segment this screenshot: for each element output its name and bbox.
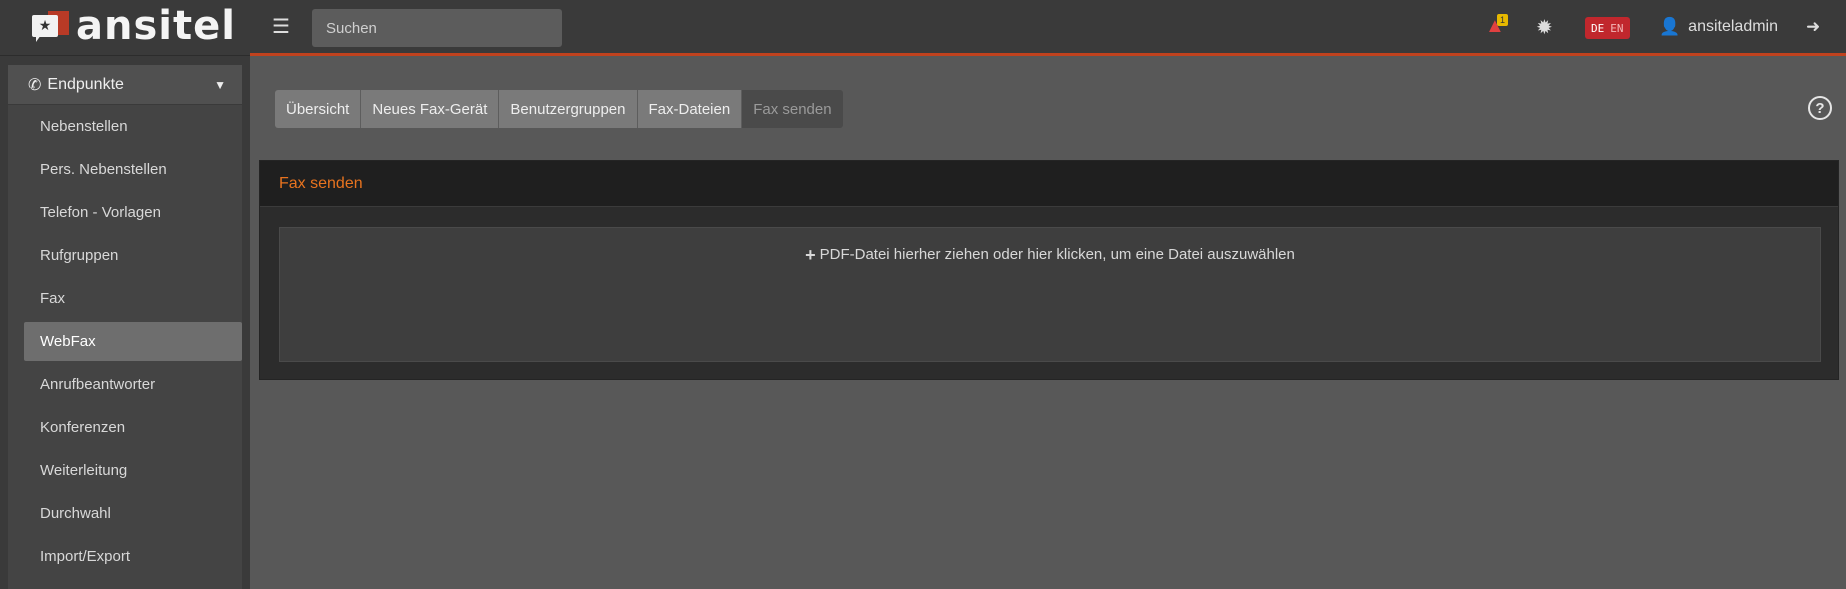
logo-mark-icon: ★ [32, 10, 72, 45]
plus-icon: + [805, 245, 816, 265]
pdf-dropzone[interactable]: + PDF-Datei hierher ziehen oder hier kli… [279, 227, 1821, 362]
username: ansiteladmin [1688, 18, 1778, 35]
gear-icon[interactable]: ✹ [1536, 15, 1553, 40]
search-input[interactable] [312, 9, 562, 47]
sidebar-item-webfax[interactable]: WebFax [24, 322, 242, 361]
top-bar: ☰ ▲ 1 ✹ DE EN 👤 ansiteladmin ➜ [250, 0, 1846, 56]
chevron-down-icon: ▼ [214, 77, 226, 92]
logo[interactable]: ★ ansitel [0, 0, 250, 56]
hamburger-menu-icon[interactable]: ☰ [272, 14, 290, 39]
language-switcher: DE EN [1585, 17, 1630, 39]
user-menu[interactable]: 👤 ansiteladmin [1659, 17, 1778, 37]
alert-button[interactable]: ▲ 1 [1485, 14, 1509, 37]
phone-icon: ✆ [28, 76, 42, 94]
user-settings-icon: 👤 [1659, 17, 1681, 36]
sidebar: ★ ansitel ✆ Endpunkte ▼ Nebenstellen Per… [0, 0, 250, 589]
tab-fax-senden[interactable]: Fax senden [742, 90, 843, 128]
sidebar-item-weiterleitung[interactable]: Weiterleitung [24, 451, 242, 490]
sidebar-item-fax[interactable]: Fax [24, 279, 242, 318]
sidebar-item-anrufbeantworter[interactable]: Anrufbeantworter [24, 365, 242, 404]
fax-send-panel: Fax senden + PDF-Datei hierher ziehen od… [259, 160, 1839, 380]
sidebar-item-nebenstellen[interactable]: Nebenstellen [24, 107, 242, 146]
tab-fax-dateien[interactable]: Fax-Dateien [637, 90, 743, 128]
logo-text: ansitel [76, 2, 236, 49]
sidebar-item-import-export[interactable]: Import/Export [24, 537, 242, 576]
sidebar-item-konferenzen[interactable]: Konferenzen [24, 408, 242, 447]
help-icon[interactable]: ? [1808, 96, 1832, 120]
logout-icon[interactable]: ➜ [1806, 17, 1820, 37]
panel-title: Fax senden [260, 161, 1838, 207]
tab-bar: Übersicht Neues Fax-Gerät Benutzergruppe… [275, 90, 843, 128]
tab-neues-fax-geraet[interactable]: Neues Fax-Gerät [361, 90, 500, 128]
sidebar-item-pers-nebenstellen[interactable]: Pers. Nebenstellen [24, 150, 242, 189]
sidebar-item-telefon-vorlagen[interactable]: Telefon - Vorlagen [24, 193, 242, 232]
lang-de-button[interactable]: DE [1588, 22, 1607, 35]
sidebar-section-header[interactable]: ✆ Endpunkte ▼ [8, 65, 242, 105]
dropzone-text: PDF-Datei hierher ziehen oder hier klick… [819, 246, 1295, 263]
sidebar-section-endpunkte: ✆ Endpunkte ▼ Nebenstellen Pers. Nebenst… [8, 65, 242, 589]
sidebar-menu: Nebenstellen Pers. Nebenstellen Telefon … [8, 105, 242, 576]
sidebar-section-label: Endpunkte [47, 75, 124, 93]
tab-uebersicht[interactable]: Übersicht [275, 90, 362, 128]
sidebar-item-rufgruppen[interactable]: Rufgruppen [24, 236, 242, 275]
tab-benutzergruppen[interactable]: Benutzergruppen [499, 90, 638, 128]
lang-en-button[interactable]: EN [1607, 22, 1626, 35]
alert-count-badge: 1 [1497, 14, 1509, 26]
sidebar-item-durchwahl[interactable]: Durchwahl [24, 494, 242, 533]
